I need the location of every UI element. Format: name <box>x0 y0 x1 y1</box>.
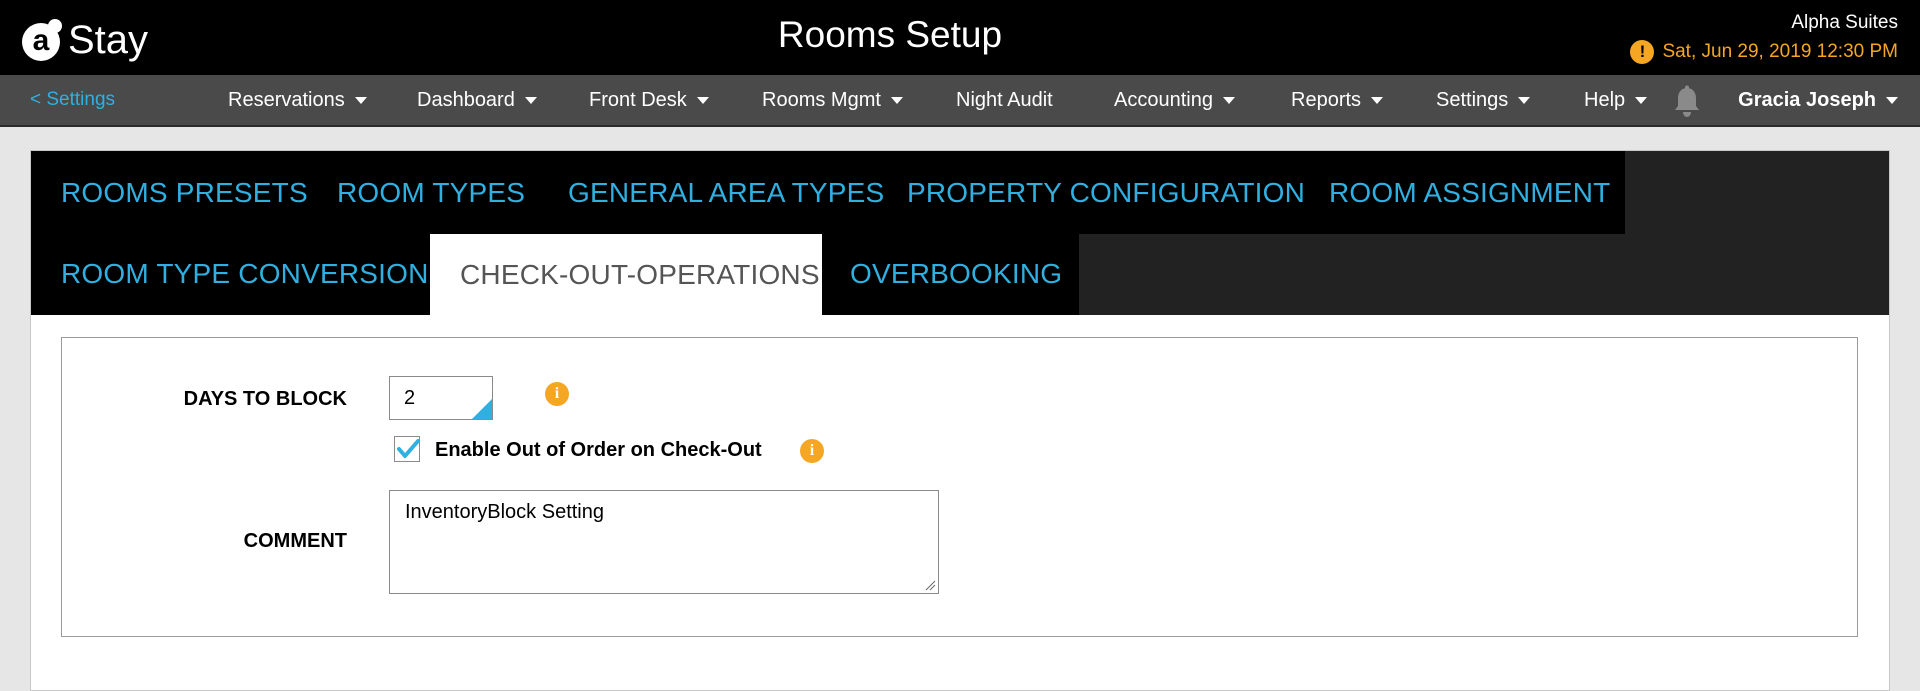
tab-bar: ROOMS PRESETS ROOM TYPES GENERAL AREA TY… <box>31 151 1889 315</box>
nav-rooms-mgmt[interactable]: Rooms Mgmt <box>762 89 903 112</box>
chevron-down-icon <box>696 97 709 104</box>
rooms-setup-card: ROOMS PRESETS ROOM TYPES GENERAL AREA TY… <box>30 150 1890 691</box>
nav-label: Settings <box>1436 89 1509 111</box>
nav-reports[interactable]: Reports <box>1291 89 1384 112</box>
chevron-down-icon <box>1222 97 1235 104</box>
comment-textarea[interactable]: InventoryBlock Setting <box>389 490 939 594</box>
comment-value: InventoryBlock Setting <box>405 501 604 523</box>
tab-check-out-operations[interactable]: CHECK-OUT-OPERATIONS <box>430 234 822 315</box>
nav-accounting[interactable]: Accounting <box>1114 89 1235 112</box>
nav-label: Night Audit <box>956 89 1053 111</box>
nav-help[interactable]: Help <box>1584 89 1648 112</box>
back-to-settings-link[interactable]: < Settings <box>30 89 115 111</box>
checkmark-icon <box>397 439 420 458</box>
nav-label: Front Desk <box>589 89 687 111</box>
user-name: Gracia Joseph <box>1738 89 1876 111</box>
tab-room-type-conversion[interactable]: ROOM TYPE CONVERSION <box>61 258 429 290</box>
chevron-down-icon <box>1371 97 1384 104</box>
days-to-block-value: 2 <box>404 387 416 409</box>
nav-settings[interactable]: Settings <box>1436 89 1531 112</box>
tab-general-area-types[interactable]: GENERAL AREA TYPES <box>568 177 884 209</box>
tab-overbooking[interactable]: OVERBOOKING <box>850 258 1062 290</box>
tab-room-types[interactable]: ROOM TYPES <box>337 177 525 209</box>
nav-label: Help <box>1584 89 1626 111</box>
days-to-block-label: DAYS TO BLOCK <box>183 388 347 410</box>
chevron-down-icon <box>524 97 537 104</box>
main-nav: < Settings Reservations Dashboard Front … <box>0 75 1920 127</box>
resize-grip-icon[interactable] <box>924 579 936 591</box>
nav-label: Dashboard <box>417 89 515 111</box>
enable-ooo-checkbox[interactable] <box>394 436 420 462</box>
tab-property-configuration[interactable]: PROPERTY CONFIGURATION <box>907 177 1305 209</box>
chevron-down-icon <box>354 97 367 104</box>
info-icon[interactable]: i <box>545 382 569 406</box>
chevron-down-icon <box>890 97 903 104</box>
enable-ooo-label[interactable]: Enable Out of Order on Check-Out <box>435 439 762 462</box>
nav-label: Reservations <box>228 89 345 111</box>
nav-label: Accounting <box>1114 89 1213 111</box>
nav-reservations[interactable]: Reservations <box>228 89 367 112</box>
comment-label: COMMENT <box>243 530 347 552</box>
property-name[interactable]: Alpha Suites <box>1791 12 1898 34</box>
chevron-down-icon <box>1635 97 1648 104</box>
nav-night-audit[interactable]: Night Audit <box>956 89 1053 112</box>
days-to-block-input[interactable]: 2 <box>389 376 493 420</box>
bell-icon[interactable] <box>1672 85 1702 119</box>
app-header: a Stay Rooms Setup Alpha Suites ! Sat, J… <box>0 0 1920 75</box>
chevron-down-icon <box>1886 97 1898 104</box>
warning-icon: ! <box>1630 40 1655 64</box>
input-corner-marker <box>472 399 492 419</box>
business-datetime: ! Sat, Jun 29, 2019 12:30 PM <box>1630 40 1898 64</box>
chevron-down-icon <box>1518 97 1531 104</box>
nav-dashboard[interactable]: Dashboard <box>417 89 537 112</box>
datetime-text: Sat, Jun 29, 2019 12:30 PM <box>1662 41 1898 62</box>
page-title: Rooms Setup <box>777 14 1003 55</box>
nav-label: Reports <box>1291 89 1362 111</box>
info-icon[interactable]: i <box>800 439 824 463</box>
nav-front-desk[interactable]: Front Desk <box>589 89 709 112</box>
user-menu[interactable]: Gracia Joseph <box>1738 89 1898 112</box>
tab-room-assignment[interactable]: ROOM ASSIGNMENT <box>1329 177 1610 209</box>
tab-rooms-presets[interactable]: ROOMS PRESETS <box>61 177 308 209</box>
check-out-operations-form: DAYS TO BLOCK 2 i Enable Out of Order on… <box>61 337 1858 637</box>
nav-label: Rooms Mgmt <box>762 89 881 111</box>
